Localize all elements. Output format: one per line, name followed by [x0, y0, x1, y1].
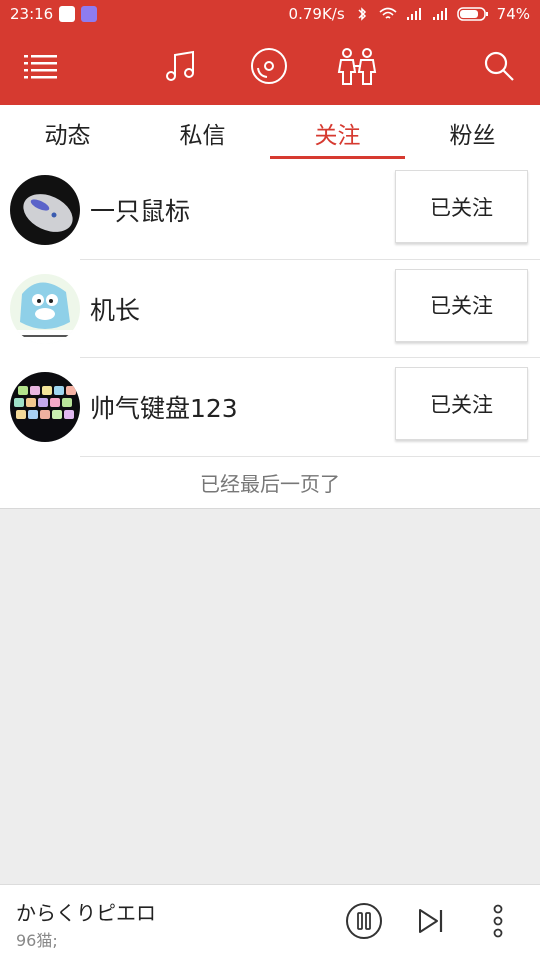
- battery-level: 74%: [496, 5, 530, 23]
- tab-messages[interactable]: 私信: [135, 105, 270, 161]
- disc-icon: [251, 48, 287, 84]
- app-notification-icon: [81, 6, 98, 22]
- status-time: 23:16: [10, 5, 54, 23]
- disc-tab-button[interactable]: [249, 46, 289, 86]
- friends-tab-button[interactable]: [337, 46, 377, 86]
- pause-icon: [346, 903, 382, 939]
- avatar-captain[interactable]: [10, 273, 80, 344]
- player-artist: 96猫;: [16, 931, 58, 950]
- network-speed: 0.79K/s: [288, 5, 345, 23]
- tab-bar: 动态 私信 关注 粉丝: [0, 105, 540, 161]
- menu-icon: [24, 55, 57, 79]
- skip-next-icon: [419, 909, 443, 933]
- tab-feed[interactable]: 动态: [0, 105, 135, 161]
- end-of-list-note: 已经最后一页了: [0, 457, 540, 509]
- list-item[interactable]: 帅气键盘123 已关注: [0, 358, 540, 457]
- followed-button[interactable]: 已关注: [395, 170, 528, 243]
- avatar-mouse[interactable]: [10, 175, 80, 246]
- list-item[interactable]: 一只鼠标 已关注: [0, 161, 540, 260]
- followed-button[interactable]: 已关注: [395, 367, 528, 440]
- more-vertical-icon: [493, 904, 503, 938]
- signal-icon: [406, 8, 421, 20]
- app-bar: [0, 28, 540, 105]
- menu-button[interactable]: [21, 46, 61, 86]
- mini-player[interactable]: からくりピエロ 96猫;: [0, 884, 540, 960]
- signal-icon-2: [432, 8, 447, 20]
- music-tab-button[interactable]: [161, 46, 201, 86]
- row-divider: [80, 455, 540, 457]
- status-bar: 23:16 0.79K/s 74%: [0, 0, 540, 28]
- pause-button[interactable]: [344, 901, 384, 941]
- bluetooth-icon: [358, 7, 366, 21]
- qq-notification-icon: [59, 6, 76, 22]
- search-button[interactable]: [479, 46, 519, 86]
- followed-button[interactable]: 已关注: [395, 268, 528, 342]
- tab-following[interactable]: 关注: [270, 105, 405, 161]
- following-list: 一只鼠标 已关注 机长 已关注 帅气键盘123 已关注 已经最后一页了: [0, 161, 540, 509]
- search-icon: [484, 51, 514, 81]
- list-item[interactable]: 机长 已关注: [0, 260, 540, 358]
- next-track-button[interactable]: [411, 901, 451, 941]
- tab-fans[interactable]: 粉丝: [405, 105, 540, 161]
- more-options-button[interactable]: [478, 901, 518, 941]
- wifi-icon: [379, 7, 397, 19]
- music-note-icon: [166, 50, 194, 81]
- player-song-title: からくりピエロ: [16, 901, 156, 925]
- friends-icon: [337, 48, 377, 85]
- avatar-keyboard[interactable]: [10, 372, 80, 443]
- battery-icon: [456, 7, 488, 21]
